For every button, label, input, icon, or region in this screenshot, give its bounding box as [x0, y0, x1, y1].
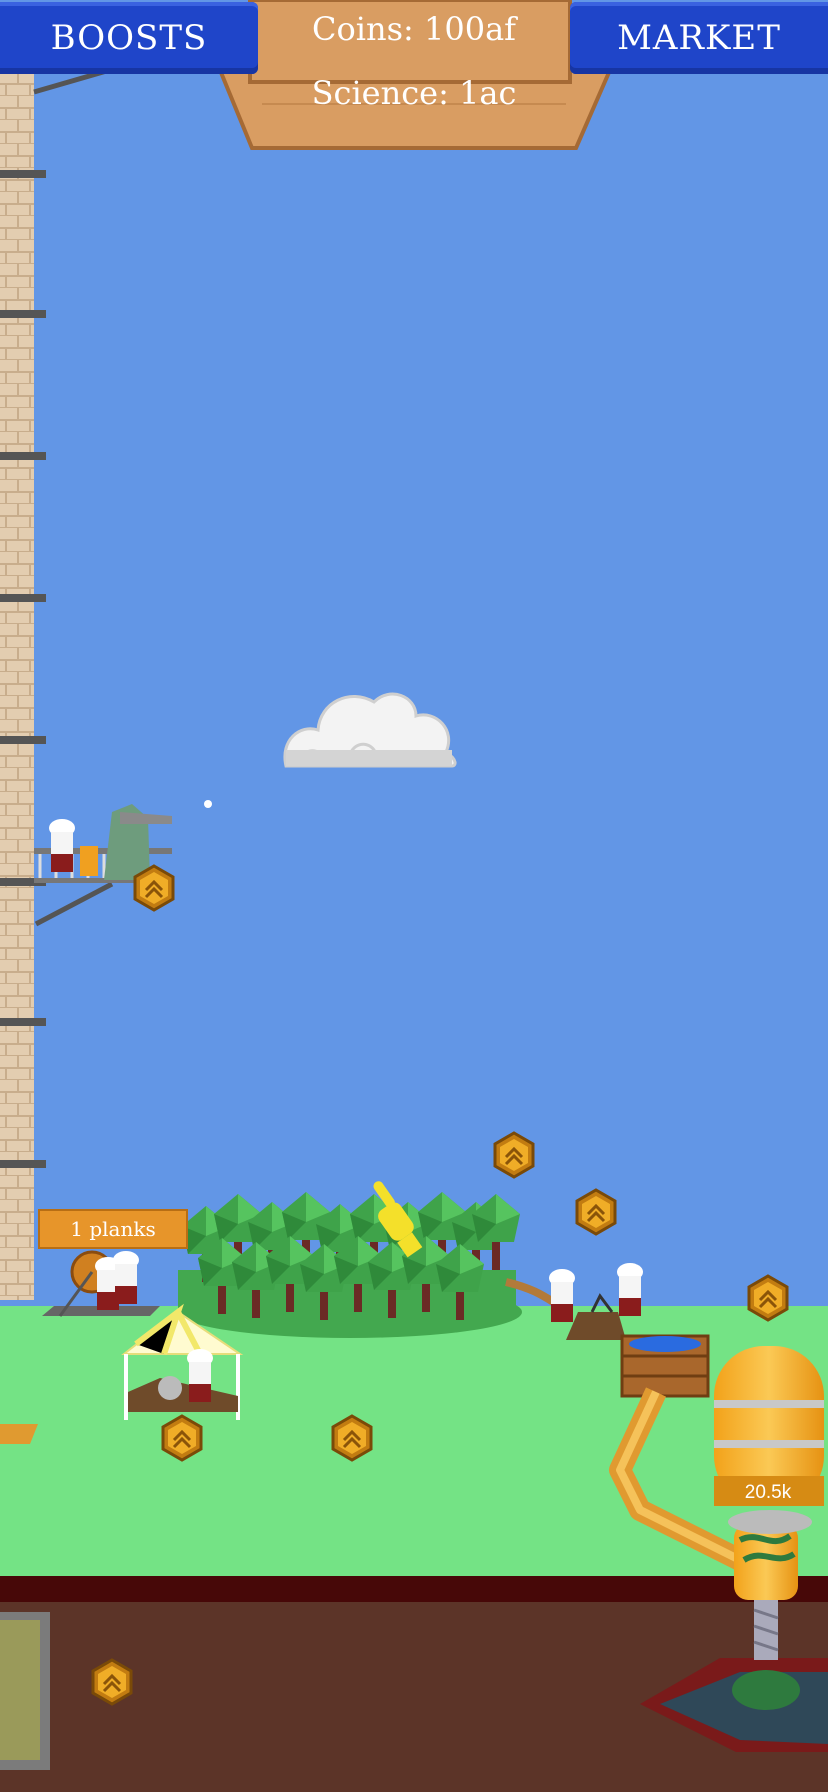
- tank-value-label: 20.5k: [744, 1482, 792, 1503]
- game-scene: [0, 0, 828, 1792]
- upgrade-chevron-icon[interactable]: [331, 1414, 373, 1462]
- forest[interactable]: [178, 1192, 522, 1338]
- boosts-button[interactable]: BOOSTS: [0, 2, 258, 74]
- science-counter: Science: 1ac: [311, 74, 517, 112]
- market-button[interactable]: MARKET: [570, 2, 828, 74]
- upgrade-chevron-icon[interactable]: [91, 1658, 133, 1706]
- mine-entrance[interactable]: [0, 1612, 50, 1770]
- upgrade-chevron-icon[interactable]: [493, 1131, 535, 1179]
- coins-counter: Coins: 100af: [312, 10, 516, 48]
- upgrade-chevron-icon[interactable]: [161, 1414, 203, 1462]
- brick-tower: [0, 60, 34, 1300]
- upgrade-chevron-icon[interactable]: [133, 864, 175, 912]
- upgrade-chevron-icon[interactable]: [575, 1188, 617, 1236]
- upgrade-chevron-icon[interactable]: [747, 1274, 789, 1322]
- planks-label: 1 planks: [38, 1209, 188, 1249]
